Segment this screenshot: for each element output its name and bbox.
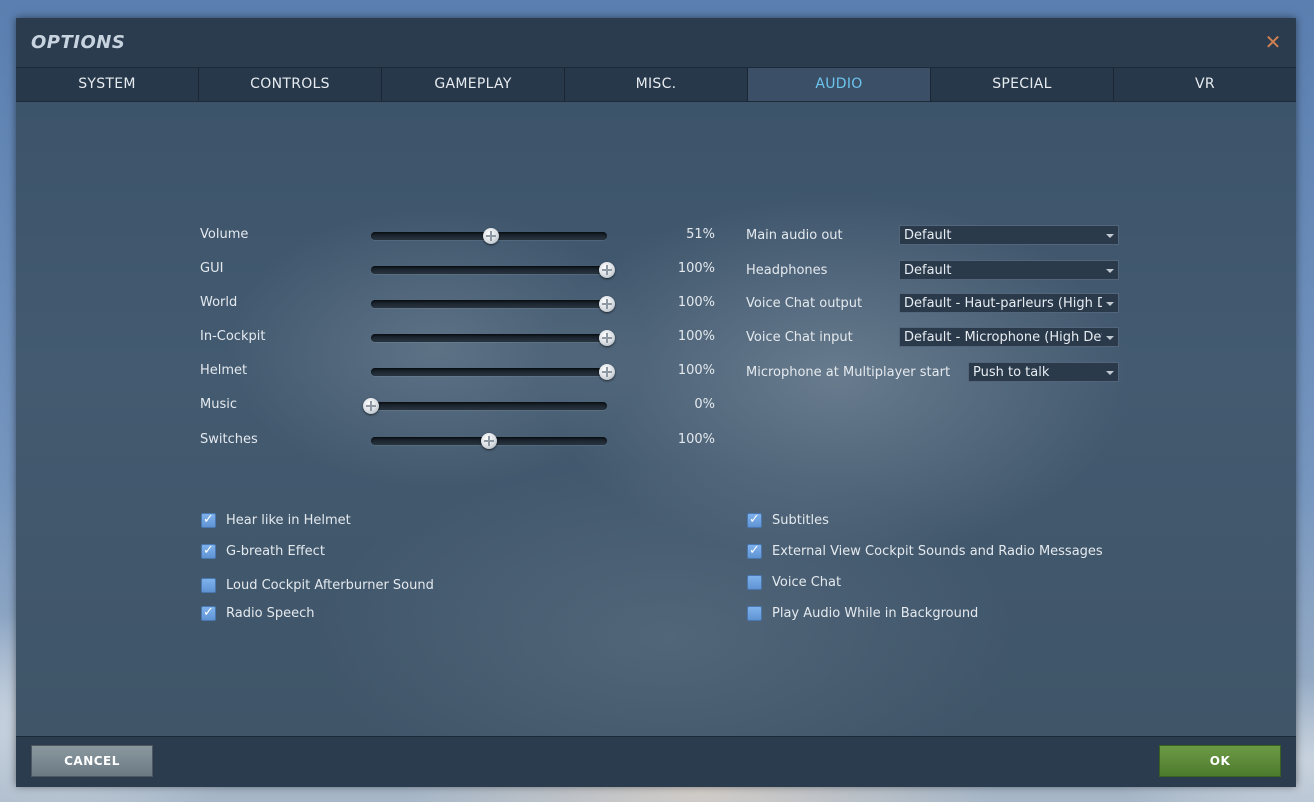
radio-speech-checkbox[interactable]: ✓ xyxy=(201,605,216,621)
dropdown-row-main-audio-out: Main audio out Default xyxy=(746,225,1126,247)
tab-system[interactable]: SYSTEM xyxy=(16,68,199,101)
dropdown-value: Default - Microphone (High Definition Au… xyxy=(904,330,1102,345)
checkbox-label: G-breath Effect xyxy=(226,544,325,559)
world-slider[interactable] xyxy=(371,296,615,312)
voice-chat-input-select[interactable]: Default - Microphone (High Definition Au… xyxy=(899,327,1119,347)
slider-value: 51% xyxy=(686,227,715,242)
voice-chat-checkbox[interactable] xyxy=(747,575,762,590)
slider-row-in-cockpit: In-Cockpit 100% xyxy=(200,326,715,350)
slider-row-helmet: Helmet 100% xyxy=(200,360,715,384)
checkbox-label: Play Audio While in Background xyxy=(772,606,979,621)
dropdown-label: Microphone at Multiplayer start xyxy=(746,365,951,380)
external-view-sounds-checkbox[interactable]: ✓ xyxy=(747,543,762,559)
slider-row-switches: Switches 100% xyxy=(200,429,715,453)
dropdown-label: Headphones xyxy=(746,263,828,278)
tab-special[interactable]: SPECIAL xyxy=(931,68,1114,101)
play-audio-background-checkbox[interactable] xyxy=(747,606,762,621)
slider-label: Helmet xyxy=(200,363,248,378)
dropdown-row-headphones: Headphones Default xyxy=(746,260,1126,282)
slider-row-gui: GUI 100% xyxy=(200,258,715,282)
slider-value: 100% xyxy=(677,329,715,344)
tab-audio[interactable]: AUDIO xyxy=(748,68,931,101)
chevron-down-icon xyxy=(1106,269,1114,273)
headphones-select[interactable]: Default xyxy=(899,260,1119,280)
voice-chat-output-select[interactable]: Default - Haut-parleurs (High Definition… xyxy=(899,293,1119,313)
dropdown-value: Default xyxy=(904,263,952,278)
microphone-mp-start-select[interactable]: Push to talk xyxy=(968,362,1119,382)
slider-thumb[interactable] xyxy=(483,228,500,244)
slider-label: GUI xyxy=(200,261,224,276)
tab-controls[interactable]: CONTROLS xyxy=(199,68,382,101)
dropdown-row-microphone-mp-start: Microphone at Multiplayer start Push to … xyxy=(746,362,1126,384)
checkmark-icon: ✓ xyxy=(203,543,214,558)
g-breath-effect-checkbox[interactable]: ✓ xyxy=(201,543,216,559)
cancel-button[interactable]: CANCEL xyxy=(31,745,153,777)
chevron-down-icon xyxy=(1106,302,1114,306)
slider-label: World xyxy=(200,295,238,310)
subtitles-checkbox[interactable]: ✓ xyxy=(747,512,762,528)
dropdown-label: Main audio out xyxy=(746,228,843,243)
window-title: OPTIONS xyxy=(31,32,126,53)
dropdown-label: Voice Chat output xyxy=(746,296,863,311)
slider-row-music: Music 0% xyxy=(200,394,715,418)
tab-misc[interactable]: MISC. xyxy=(565,68,748,101)
slider-thumb[interactable] xyxy=(481,433,497,449)
checkbox-label: External View Cockpit Sounds and Radio M… xyxy=(772,544,1103,559)
checkbox-label: Loud Cockpit Afterburner Sound xyxy=(226,578,434,593)
chevron-down-icon xyxy=(1106,336,1114,340)
dropdown-value: Push to talk xyxy=(973,365,1050,380)
slider-label: In-Cockpit xyxy=(200,329,266,344)
helmet-slider[interactable] xyxy=(371,364,615,380)
slider-label: Switches xyxy=(200,432,258,447)
slider-row-world: World 100% xyxy=(200,292,715,316)
dropdown-label: Voice Chat input xyxy=(746,330,853,345)
slider-value: 100% xyxy=(677,261,715,276)
dropdown-row-voice-chat-output: Voice Chat output Default - Haut-parleur… xyxy=(746,293,1126,315)
checkmark-icon: ✓ xyxy=(203,512,214,527)
hear-like-in-helmet-checkbox[interactable]: ✓ xyxy=(201,512,216,528)
slider-label: Volume xyxy=(200,227,249,242)
checkmark-icon: ✓ xyxy=(203,605,214,620)
dropdown-value: Default - Haut-parleurs (High Definition… xyxy=(904,296,1102,311)
slider-value: 0% xyxy=(694,397,715,412)
gui-slider[interactable] xyxy=(371,262,615,278)
checkbox-label: Hear like in Helmet xyxy=(226,513,351,528)
slider-row-volume: Volume 51% xyxy=(200,224,715,248)
options-window: OPTIONS ✕ SYSTEM CONTROLS GAMEPLAY MISC.… xyxy=(16,18,1296,787)
slider-thumb[interactable] xyxy=(363,398,379,414)
chevron-down-icon xyxy=(1106,371,1114,375)
checkbox-label: Subtitles xyxy=(772,513,829,528)
footer-bar: CANCEL OK xyxy=(16,736,1296,787)
switches-slider[interactable] xyxy=(371,433,607,449)
slider-value: 100% xyxy=(677,432,715,447)
checkbox-label: Radio Speech xyxy=(226,606,315,621)
main-audio-out-select[interactable]: Default xyxy=(899,225,1119,245)
checkmark-icon: ✓ xyxy=(749,543,760,558)
in-cockpit-slider[interactable] xyxy=(371,330,615,346)
loud-cockpit-afterburner-checkbox[interactable] xyxy=(201,578,216,593)
volume-slider[interactable] xyxy=(371,228,607,244)
title-bar: OPTIONS ✕ xyxy=(16,18,1296,67)
slider-thumb[interactable] xyxy=(599,296,615,312)
checkmark-icon: ✓ xyxy=(749,512,760,527)
dropdown-row-voice-chat-input: Voice Chat input Default - Microphone (H… xyxy=(746,327,1126,349)
dropdown-value: Default xyxy=(904,228,952,243)
slider-thumb[interactable] xyxy=(599,262,615,278)
music-slider[interactable] xyxy=(363,398,607,414)
tab-vr[interactable]: VR xyxy=(1114,68,1296,101)
slider-value: 100% xyxy=(677,295,715,310)
slider-label: Music xyxy=(200,397,237,412)
tab-bar: SYSTEM CONTROLS GAMEPLAY MISC. AUDIO SPE… xyxy=(16,67,1296,102)
tab-gameplay[interactable]: GAMEPLAY xyxy=(382,68,565,101)
checkbox-label: Voice Chat xyxy=(772,575,842,590)
close-icon[interactable]: ✕ xyxy=(1262,31,1284,53)
slider-thumb[interactable] xyxy=(599,364,615,380)
chevron-down-icon xyxy=(1106,234,1114,238)
slider-value: 100% xyxy=(677,363,715,378)
slider-thumb[interactable] xyxy=(599,330,615,346)
ok-button[interactable]: OK xyxy=(1159,745,1281,777)
